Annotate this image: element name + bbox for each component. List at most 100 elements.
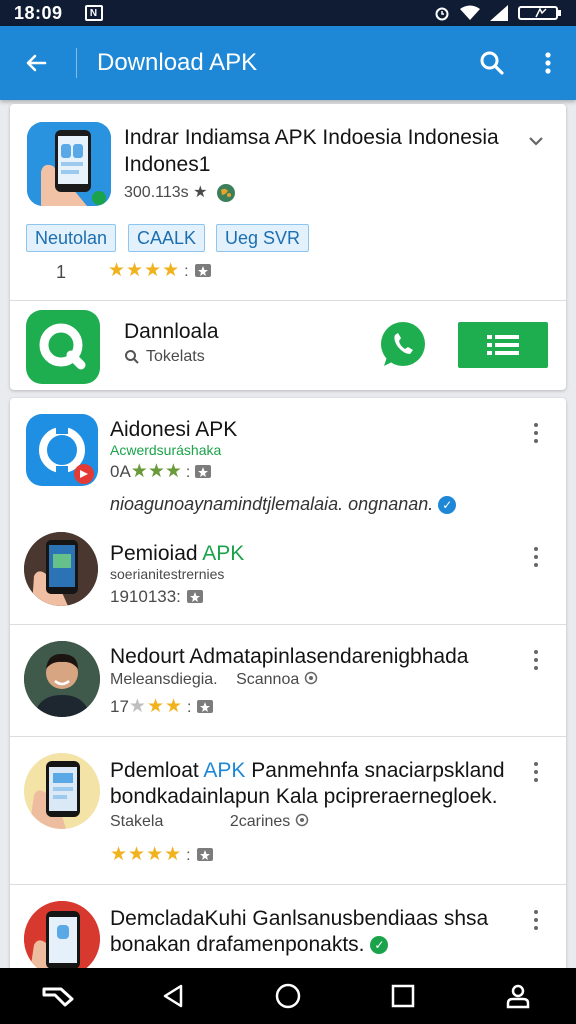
featured-card[interactable]: Indrar Indiamsa APK Indoesia Indonesia I…: [10, 104, 566, 390]
tag-chip-2[interactable]: CAALK: [128, 224, 206, 252]
phone-hand-icon: [24, 753, 100, 829]
list-item[interactable]: DemcladaKuhi Ganlsanusbendiaas shsa bona…: [10, 885, 566, 978]
list-item-menu[interactable]: [524, 905, 548, 935]
list-item-meta-text: 1910133:: [110, 587, 181, 606]
chevron-down-icon: [529, 137, 543, 146]
rating-separator: :: [185, 464, 191, 481]
verified-icon: ✓: [370, 936, 389, 955]
featured-app-icon[interactable]: [27, 122, 111, 206]
featured-rating-stars: ★★★★:: [108, 259, 212, 282]
list-item-description: nioagunoaynamindtjlemalaia. ongnanan. ✓: [110, 494, 457, 515]
expand-button[interactable]: [524, 126, 548, 156]
list-item-menu[interactable]: [524, 418, 548, 448]
list-item-title[interactable]: DemcladaKuhi Ganlsanusbendiaas shsa: [110, 905, 520, 932]
phone-hand-icon: [24, 532, 98, 606]
whatsapp-button[interactable]: [378, 320, 428, 370]
list-item-title[interactable]: Pdemloat APK Panmehnfa snaciarpskland: [110, 757, 520, 784]
title-line2-text: bonakan drafamenponakts.: [110, 933, 365, 956]
nav-recents-button[interactable]: [373, 968, 433, 1024]
list-app-avatar[interactable]: [24, 901, 100, 977]
back-button[interactable]: [0, 26, 72, 100]
list-item-developer: Stakela 2carines: [110, 813, 309, 831]
badge-icon: [196, 700, 213, 713]
search-small-icon: [125, 349, 139, 364]
download-row-subtitle-text: Tokelats: [146, 348, 205, 365]
list-item[interactable]: Nedourt Admatapinlasendarenigbhada Melea…: [10, 625, 566, 735]
more-vert-icon: [545, 52, 551, 74]
person-icon: [507, 984, 530, 1009]
list-item-meta: 1910133:: [110, 586, 204, 607]
list-item[interactable]: Pdemloat APK Panmehnfa snaciarpskland bo…: [10, 737, 566, 883]
featured-meta-text: 300.113s ★: [124, 184, 208, 201]
list-item-title[interactable]: Nedourt Admatapinlasendarenigbhada: [110, 643, 510, 670]
notification-icon: N: [84, 5, 103, 21]
list-app-avatar[interactable]: [24, 532, 98, 606]
app-bar-divider: [76, 48, 77, 78]
list-item-menu[interactable]: [524, 542, 548, 572]
list-item-title-line2: bonakan drafamenponakts. ✓: [110, 931, 520, 958]
home-circle-icon: [275, 983, 301, 1009]
verified-icon: ✓: [438, 496, 457, 515]
tag-chip-1[interactable]: Neutolan: [26, 224, 117, 252]
phone-hand-icon: [24, 901, 100, 977]
list-item-menu[interactable]: [524, 645, 548, 675]
title-part-c: Panmehnfa snaciarpskland: [251, 759, 505, 782]
list-item-meta-prefix: 0A: [110, 462, 131, 481]
developer-name: Meleansdiegia.: [110, 671, 218, 688]
list-app-icon[interactable]: [26, 414, 98, 486]
phone-hand-icon: [27, 122, 111, 206]
wifi-icon: [460, 5, 480, 20]
badge-icon: [194, 264, 211, 277]
nav-home-button[interactable]: [258, 968, 318, 1024]
status-icons: [434, 5, 562, 21]
tag-nav-icon: [42, 987, 74, 1007]
list-item-title[interactable]: Aidonesi APK: [110, 416, 237, 443]
nav-back-button[interactable]: [143, 968, 203, 1024]
download-row-title[interactable]: Dannloala: [124, 318, 219, 345]
battery-icon: [518, 6, 561, 20]
info-circle-icon: [304, 671, 317, 685]
search-button[interactable]: [464, 26, 520, 100]
whatsapp-icon: [381, 322, 425, 366]
list-app-avatar[interactable]: [24, 753, 100, 829]
system-nav-bar: [0, 968, 576, 1024]
featured-meta: 300.113s ★: [124, 182, 236, 203]
title-part-b: APK: [203, 759, 246, 782]
status-bar: 18:09 N: [0, 0, 576, 26]
featured-divider: [10, 300, 566, 301]
rating-separator: :: [186, 847, 192, 864]
developer-name: Stakela: [110, 813, 164, 830]
search-app-icon: [39, 323, 86, 370]
developer-avatar[interactable]: [24, 641, 100, 717]
list-view-button[interactable]: [458, 322, 548, 368]
signal-icon: [490, 5, 508, 21]
overflow-menu-button[interactable]: [520, 26, 576, 100]
title-part-b: APK: [202, 542, 245, 565]
person-avatar-icon: [24, 641, 100, 717]
list-item-rating-stars: ★★★★:: [110, 843, 214, 866]
list-item-menu[interactable]: [524, 757, 548, 787]
list-item-developer: Acwerdsuráshaka: [110, 442, 222, 458]
alarm-icon: [435, 7, 449, 21]
download-app-icon[interactable]: [26, 310, 100, 384]
app-bar: Download APK: [0, 26, 576, 100]
back-triangle-icon: [163, 984, 183, 1008]
list-item-title-line2: bondkadainlapun Kala pcipreraernegloek.: [110, 785, 498, 808]
tag-chip-3[interactable]: Ueg SVR: [216, 224, 310, 252]
description-text: nioagunoaynamindtjlemalaia. ongnanan.: [110, 494, 434, 514]
rating-separator: :: [184, 263, 190, 280]
featured-rank: 1: [56, 262, 67, 282]
list-icon: [487, 335, 519, 355]
list-item-title[interactable]: Pemioiad APK: [110, 540, 244, 567]
developer-extra: 2carines: [229, 813, 291, 830]
title-part-a: Pdemloat: [110, 759, 199, 782]
badge-icon: [195, 465, 212, 478]
nav-account-button[interactable]: [488, 968, 548, 1024]
title-part-a: Pemioiad: [110, 542, 198, 565]
rating-separator: :: [187, 699, 192, 716]
nav-recents-alt-button[interactable]: [28, 968, 88, 1024]
page-title: Download APK: [97, 49, 258, 76]
list-item[interactable]: Aidonesi APK Acwerdsuráshaka 0A★★★: nioa…: [10, 398, 566, 623]
back-arrow-icon: [26, 54, 47, 72]
featured-app-title[interactable]: Indrar Indiamsa APK Indoesia Indonesia I…: [124, 124, 514, 178]
